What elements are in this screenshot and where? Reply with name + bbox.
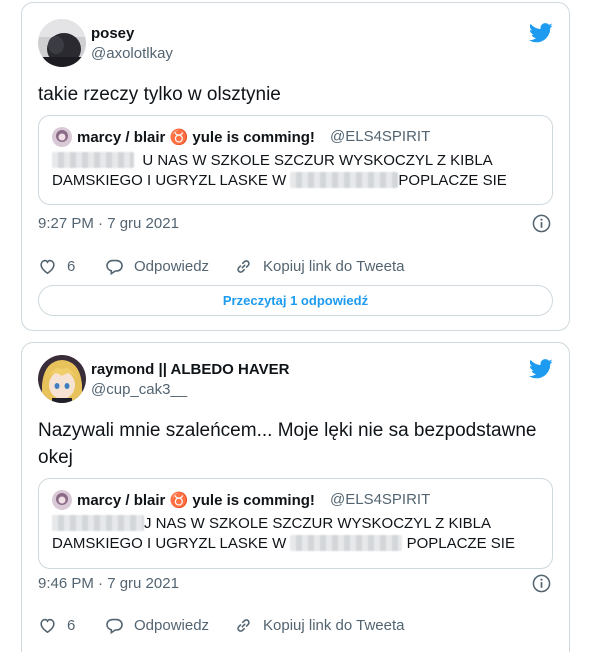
link-icon: [237, 619, 250, 632]
quoted-author-name: marcy / blair ♉ yule is comming!: [77, 129, 315, 146]
quoted-text-line1: U NAS W SZKOLE SZCZUR WYSKOCZYL Z KIBLA: [142, 152, 493, 169]
censored-text: [52, 152, 134, 168]
tweet-text: Nazywali mnie szaleńcem... Moje lęki nie…: [38, 417, 558, 471]
censored-text: [290, 172, 399, 188]
twitter-bird-icon[interactable]: [529, 23, 553, 43]
author-handle[interactable]: @axolotlkay: [91, 45, 173, 62]
quoted-text: U NAS W SZKOLE SZCZUR WYSKOCZYL Z KIBLA …: [52, 151, 542, 191]
tweet-text-line2: okej: [38, 447, 73, 468]
avatar[interactable]: [38, 355, 86, 403]
quoted-author-handle: @ELS4SPIRIT: [330, 128, 431, 145]
heart-icon: [40, 259, 55, 275]
tweet-card[interactable]: raymond || ALBEDO HAVER @cup_cak3__ Nazy…: [21, 342, 570, 652]
reply-label: Odpowiedz: [134, 258, 210, 275]
tweet-card[interactable]: posey @axolotlkay takie rzeczy tylko w o…: [21, 2, 570, 331]
quoted-avatar: [52, 127, 72, 147]
quoted-author-name: marcy / blair ♉ yule is comming!: [77, 492, 315, 509]
censored-text: [290, 535, 403, 551]
like-button[interactable]: 6: [38, 257, 75, 276]
timestamp[interactable]: 9:27 PM · 7 gru 2021: [38, 215, 179, 232]
copy-link-button[interactable]: Kopiuj link do Tweeta: [234, 616, 404, 635]
link-icon: [237, 260, 250, 273]
quoted-text-line1: J NAS W SZKOLE SZCZUR WYSKOCZYL Z KIBLA: [144, 515, 491, 532]
quoted-text-line2-end: POPLACZE SIE: [398, 172, 507, 189]
tweet-text: takie rzeczy tylko w olsztynie: [38, 84, 281, 105]
timestamp[interactable]: 9:46 PM · 7 gru 2021: [38, 575, 179, 592]
reply-bubble-icon: [106, 618, 123, 635]
author-handle[interactable]: @cup_cak3__: [91, 381, 187, 398]
quoted-tweet[interactable]: marcy / blair ♉ yule is comming! @ELS4SP…: [38, 478, 553, 569]
quoted-avatar: [52, 490, 72, 510]
copy-link-label: Kopiuj link do Tweeta: [263, 258, 405, 275]
like-count: 6: [67, 258, 76, 275]
censored-text: [52, 515, 144, 531]
info-icon[interactable]: [532, 574, 551, 593]
tweet-text-line1: Nazywali mnie szaleńcem... Moje lęki nie…: [38, 420, 537, 441]
reply-label: Odpowiedz: [134, 617, 210, 634]
reply-button[interactable]: Odpowiedz: [105, 616, 209, 635]
quoted-text-line2-start: DAMSKIEGO I UGRYZL LASKE W: [52, 535, 287, 552]
quoted-text-line2-end: POPLACZE SIE: [406, 535, 515, 552]
copy-link-label: Kopiuj link do Tweeta: [263, 617, 405, 634]
info-icon[interactable]: [532, 214, 551, 233]
reply-button[interactable]: Odpowiedz: [105, 257, 209, 276]
quoted-tweet[interactable]: marcy / blair ♉ yule is comming! @ELS4SP…: [38, 115, 553, 205]
like-button[interactable]: 6: [38, 616, 75, 635]
heart-icon: [40, 618, 55, 634]
quoted-text-line2-start: DAMSKIEGO I UGRYZL LASKE W: [52, 172, 287, 189]
quoted-author-handle: @ELS4SPIRIT: [330, 491, 431, 508]
reply-bubble-icon: [106, 259, 123, 276]
twitter-bird-icon[interactable]: [529, 359, 553, 379]
like-count: 6: [67, 617, 76, 634]
avatar[interactable]: [38, 19, 86, 67]
author-name[interactable]: raymond || ALBEDO HAVER: [91, 361, 289, 378]
author-name[interactable]: posey: [91, 25, 134, 42]
copy-link-button[interactable]: Kopiuj link do Tweeta: [234, 257, 404, 276]
read-replies-button[interactable]: Przeczytaj 1 odpowiedź: [38, 285, 553, 316]
quoted-text: J NAS W SZKOLE SZCZUR WYSKOCZYL Z KIBLA …: [52, 514, 542, 554]
